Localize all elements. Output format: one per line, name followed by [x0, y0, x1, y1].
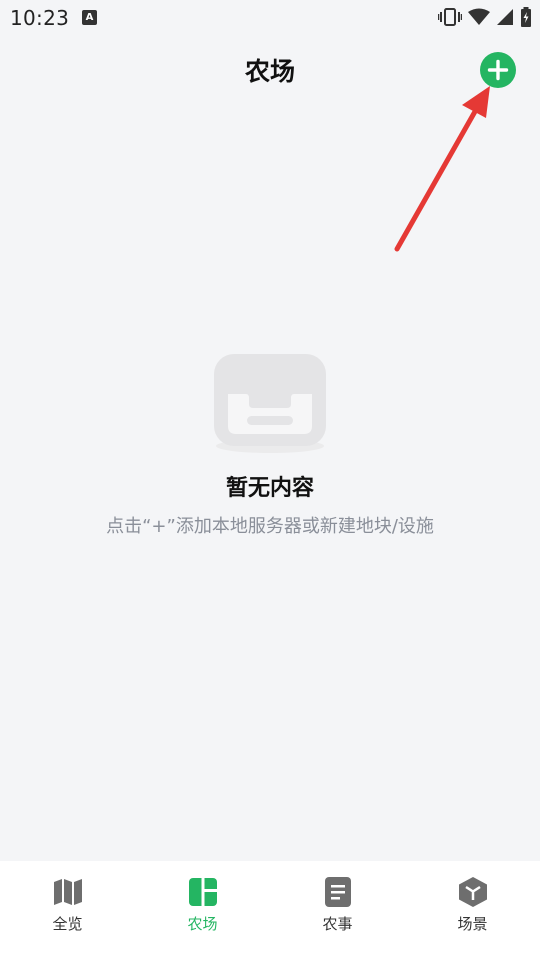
empty-state: 暂无内容 点击“+”添加本地服务器或新建地块/设施: [0, 350, 540, 538]
bottom-nav: 全览 农场 农事 场景: [0, 861, 540, 960]
empty-hint: 点击“+”添加本地服务器或新建地块/设施: [106, 516, 434, 537]
status-time: 10:23: [10, 6, 70, 30]
cell-signal-icon: [497, 9, 513, 25]
header: 农场: [0, 36, 540, 104]
map-icon: [53, 879, 82, 905]
page-title: 农场: [244, 57, 295, 86]
nav-item-scene[interactable]: 场景: [405, 861, 540, 960]
nav-label-farm: 农场: [187, 915, 218, 933]
add-button[interactable]: [480, 52, 516, 88]
plus-icon: [487, 59, 509, 81]
vibrate-icon: [438, 8, 462, 26]
battery-icon: [521, 7, 531, 27]
dashboard-icon: [188, 878, 217, 906]
notification-a-icon: A: [82, 10, 97, 25]
nav-item-farm[interactable]: 农场: [135, 861, 270, 960]
nav-label-scene: 场景: [457, 915, 488, 933]
empty-title: 暂无内容: [225, 476, 314, 501]
status-icons: [438, 6, 532, 28]
inbox-icon: [214, 354, 326, 453]
nav-label-farm-work: 农事: [322, 915, 353, 933]
nav-item-overview[interactable]: 全览: [0, 861, 135, 960]
nav-item-farm-work[interactable]: 农事: [270, 861, 405, 960]
status-bar: 10:23 A: [0, 0, 540, 36]
wifi-icon: [468, 8, 490, 25]
document-icon: [324, 877, 351, 907]
cube-icon: [458, 877, 487, 907]
nav-label-overview: 全览: [52, 915, 83, 933]
